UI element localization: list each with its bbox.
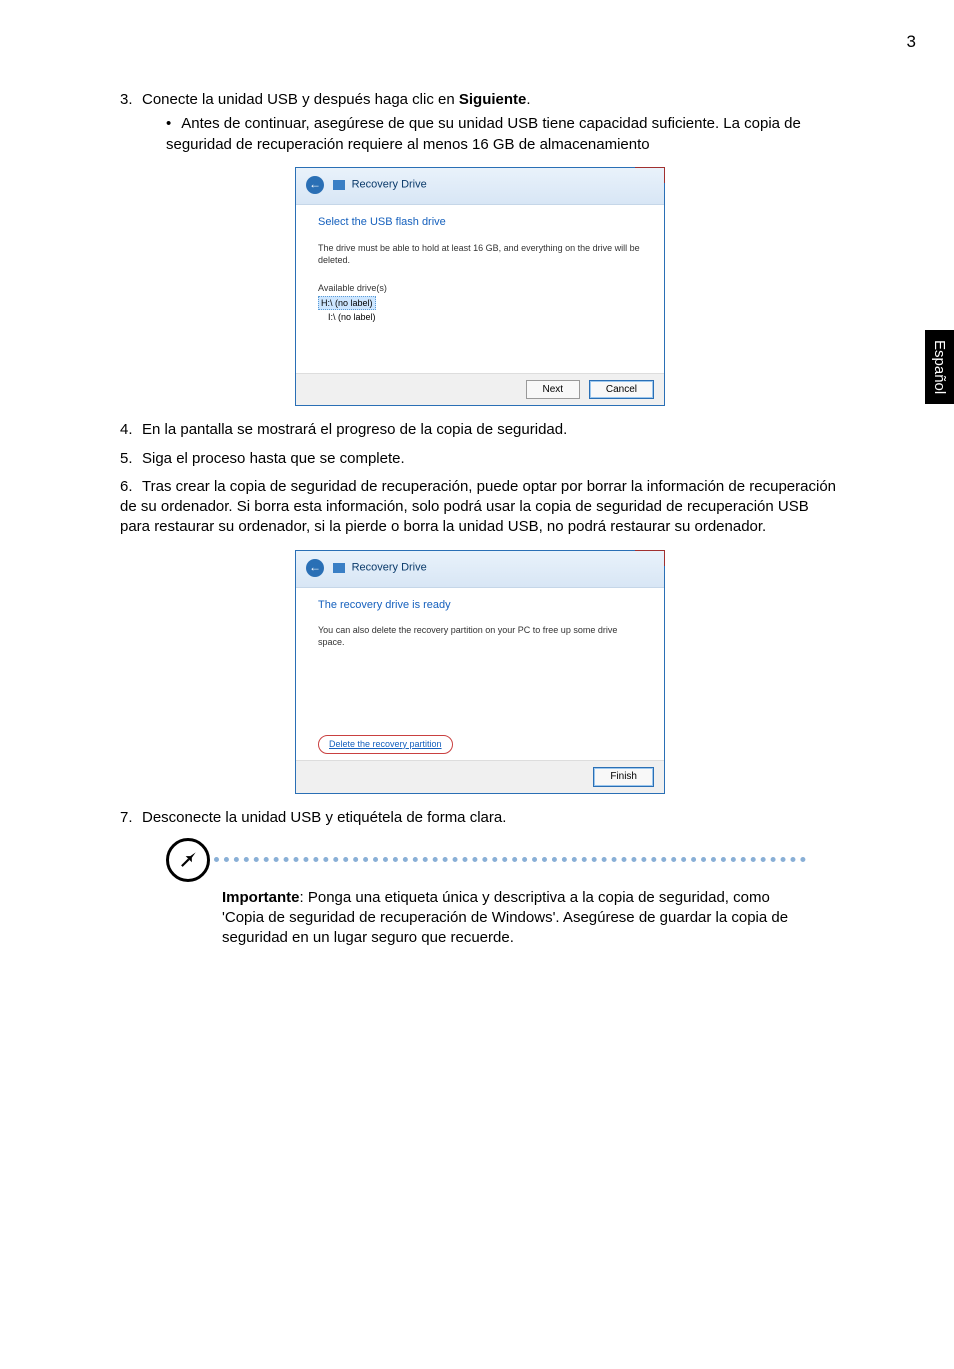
step-number: 4. bbox=[120, 420, 142, 440]
dialog-footer: Finish bbox=[296, 760, 664, 793]
delete-recovery-partition-link[interactable]: Delete the recovery partition bbox=[329, 739, 442, 749]
dialog-footer: Next Cancel bbox=[296, 373, 664, 406]
step-text: . bbox=[526, 91, 530, 108]
dialog-heading: The recovery drive is ready bbox=[318, 598, 642, 613]
note-label: Importante bbox=[222, 889, 300, 906]
dialog-title: Recovery Drive bbox=[352, 561, 427, 573]
step-7: 7.Desconecte la unidad USB y etiquétela … bbox=[120, 808, 840, 828]
step-sub-bullet: Antes de continuar, asegúrese de que su … bbox=[166, 114, 840, 155]
note-text: : Ponga una etiqueta única y descriptiva… bbox=[222, 889, 788, 947]
next-button[interactable]: Next bbox=[526, 380, 581, 400]
dialog-titlebar: ← Recovery Drive bbox=[296, 168, 664, 205]
recovery-drive-dialog-ready: × ← Recovery Drive The recovery drive is… bbox=[295, 550, 665, 794]
cancel-button[interactable]: Cancel bbox=[589, 380, 654, 400]
finish-button[interactable]: Finish bbox=[593, 767, 654, 787]
dialog-titlebar: ← Recovery Drive bbox=[296, 551, 664, 588]
important-note: Importante: Ponga una etiqueta única y d… bbox=[166, 838, 806, 949]
dialog-title: Recovery Drive bbox=[352, 178, 427, 190]
step-3: 3.Conecte la unidad USB y después haga c… bbox=[120, 90, 840, 406]
step-number: 5. bbox=[120, 449, 142, 469]
available-drives-label: Available drive(s) bbox=[318, 282, 642, 294]
dialog-description: The drive must be able to hold at least … bbox=[318, 242, 642, 266]
dialog-description: You can also delete the recovery partiti… bbox=[318, 624, 642, 648]
step-6: 6.Tras crear la copia de seguridad de re… bbox=[120, 477, 840, 794]
step-number: 3. bbox=[120, 90, 142, 110]
step-5: 5.Siga el proceso hasta que se complete. bbox=[120, 449, 840, 469]
language-tab: Español bbox=[925, 330, 954, 404]
back-button[interactable]: ← bbox=[306, 559, 324, 577]
delete-partition-link-highlight: Delete the recovery partition bbox=[318, 735, 453, 755]
recovery-drive-dialog-select: × ← Recovery Drive Select the USB flash … bbox=[295, 167, 665, 407]
step-text: En la pantalla se mostrará el progreso d… bbox=[142, 421, 567, 438]
page-content: 3.Conecte la unidad USB y después haga c… bbox=[120, 90, 840, 949]
back-button[interactable]: ← bbox=[306, 176, 324, 194]
drive-option-h[interactable]: H:\ (no label) bbox=[318, 296, 376, 310]
step-number: 6. bbox=[120, 477, 142, 497]
step-text: Tras crear la copia de seguridad de recu… bbox=[120, 478, 836, 536]
step-text: Conecte la unidad USB y después haga cli… bbox=[142, 91, 459, 108]
note-separator-dots bbox=[214, 857, 806, 862]
step-4: 4.En la pantalla se mostrará el progreso… bbox=[120, 420, 840, 440]
page-number: 3 bbox=[907, 32, 916, 52]
step-text-bold: Siguiente bbox=[459, 91, 527, 108]
dialog-heading: Select the USB flash drive bbox=[318, 215, 642, 230]
step-text: Desconecte la unidad USB y etiquétela de… bbox=[142, 809, 506, 826]
recovery-drive-icon bbox=[333, 563, 345, 573]
recovery-drive-icon bbox=[333, 180, 345, 190]
drive-option-i[interactable]: I:\ (no label) bbox=[318, 311, 642, 323]
step-number: 7. bbox=[120, 808, 142, 828]
step-text: Siga el proceso hasta que se complete. bbox=[142, 450, 405, 467]
pin-icon bbox=[166, 838, 210, 882]
